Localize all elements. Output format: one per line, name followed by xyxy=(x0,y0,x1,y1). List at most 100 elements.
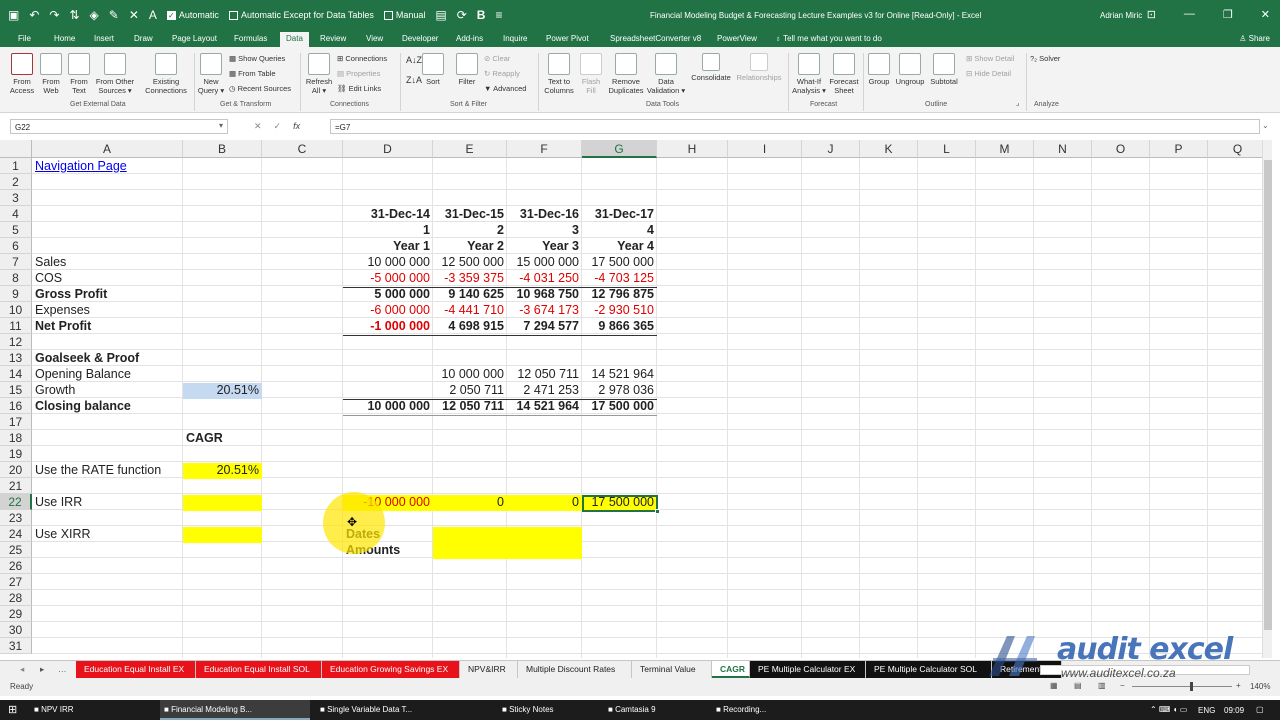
row-header-19[interactable]: 19 xyxy=(0,446,32,462)
vertical-scrollbar[interactable] xyxy=(1262,140,1272,658)
net-profit-value[interactable]: -1 000 000 xyxy=(343,318,433,334)
tab-review[interactable]: Review xyxy=(314,32,352,47)
notifications-icon[interactable]: ▢ xyxy=(1256,705,1264,714)
sheet-tab-pe-multiple-calculator-sol[interactable]: PE Multiple Calculator SOL xyxy=(866,661,992,678)
calc-auto-except-option[interactable]: Automatic Except for Data Tables xyxy=(228,10,374,20)
selected-cell-g22[interactable] xyxy=(582,495,658,512)
recent-sources-button[interactable]: ◷ Recent Sources xyxy=(229,84,291,94)
cos-value[interactable]: -3 359 375 xyxy=(433,270,507,286)
gross-profit-value[interactable]: 9 140 625 xyxy=(433,286,507,302)
relationships-button[interactable]: Relationships xyxy=(735,53,783,82)
formula-input[interactable]: =G7 xyxy=(330,119,1260,134)
font-color-icon[interactable]: A xyxy=(149,8,157,22)
format-painter-icon[interactable]: ✎ xyxy=(109,8,119,22)
irr-label[interactable]: Use IRR xyxy=(32,494,183,510)
column-header-h[interactable]: H xyxy=(657,140,728,158)
sales-value[interactable]: 10 000 000 xyxy=(343,254,433,270)
data-validation-button[interactable]: Data Validation ▾ xyxy=(646,53,686,95)
gross-profit-value[interactable]: 5 000 000 xyxy=(343,286,433,302)
tell-me-search[interactable]: ♁ Tell me what you want to do xyxy=(775,32,882,46)
name-box[interactable]: G22 xyxy=(10,119,228,134)
gross-profit-value[interactable]: 12 796 875 xyxy=(582,286,657,302)
cos-value[interactable]: -4 031 250 xyxy=(507,270,582,286)
from-access-button[interactable]: From Access xyxy=(8,53,36,95)
goalseek-label[interactable]: Goalseek & Proof xyxy=(32,350,183,366)
flash-fill-button[interactable]: Flash Fill xyxy=(578,53,604,95)
remove-duplicates-button[interactable]: Remove Duplicates xyxy=(606,53,646,95)
row-header-25[interactable]: 25 xyxy=(0,542,32,558)
gross-profit-label[interactable]: Gross Profit xyxy=(32,286,183,302)
column-header-g[interactable]: G xyxy=(582,140,657,158)
taskbar-item[interactable]: ■ Camtasia 9 xyxy=(604,700,708,720)
tab-file[interactable]: File xyxy=(12,32,37,47)
ribbon-display-icon[interactable]: ⊡ xyxy=(1147,8,1156,21)
clear-format-icon[interactable]: ✕ xyxy=(129,8,139,22)
sales-value[interactable]: 15 000 000 xyxy=(507,254,582,270)
sheet-tab-cagr[interactable]: CAGR xyxy=(712,661,750,678)
taskbar-item[interactable]: ■ Single Variable Data T... xyxy=(316,700,494,720)
column-header-c[interactable]: C xyxy=(262,140,343,158)
zoom-slider[interactable] xyxy=(1132,686,1232,687)
outline-dialog-launcher-icon[interactable]: ⌟ xyxy=(1016,99,1019,109)
sheet-tab-pe-multiple-calculator-ex[interactable]: PE Multiple Calculator EX xyxy=(750,661,866,678)
growth-rate-input[interactable]: 20.51% xyxy=(183,382,262,398)
xirr-label[interactable]: Use XIRR xyxy=(32,526,183,542)
expenses-value[interactable]: -2 930 510 xyxy=(582,302,657,318)
growth-label[interactable]: Growth xyxy=(32,382,183,398)
scroll-tabs-left-icon[interactable]: ◂ xyxy=(20,664,24,675)
column-header-i[interactable]: I xyxy=(728,140,802,158)
subtotal-button[interactable]: Subtotal xyxy=(928,53,960,86)
expenses-value[interactable]: -4 441 710 xyxy=(433,302,507,318)
sort-button[interactable]: Sort xyxy=(422,53,444,86)
column-header-o[interactable]: O xyxy=(1092,140,1150,158)
row-header-6[interactable]: 6 xyxy=(0,238,32,254)
column-header-m[interactable]: M xyxy=(976,140,1034,158)
row-header-13[interactable]: 13 xyxy=(0,350,32,366)
irr-cashflow-value[interactable]: 0 xyxy=(507,494,582,510)
hide-detail-button[interactable]: ⊟ Hide Detail xyxy=(966,69,1011,79)
sheet-tab-education-growing-savings-ex[interactable]: Education Growing Savings EX xyxy=(322,661,460,678)
sales-value[interactable]: 17 500 000 xyxy=(582,254,657,270)
bold-icon[interactable]: B xyxy=(477,8,486,22)
closing-balance-value[interactable]: 17 500 000 xyxy=(582,398,657,414)
insert-function-icon[interactable]: fx xyxy=(293,121,300,132)
growth-value[interactable]: 2 050 711 xyxy=(433,382,507,398)
row-header-26[interactable]: 26 xyxy=(0,558,32,574)
zoom-level[interactable]: 140% xyxy=(1250,682,1270,691)
year-label[interactable]: Year 3 xyxy=(507,238,582,254)
user-name[interactable]: Adrian Miric xyxy=(1100,11,1142,20)
scroll-tabs-right-icon[interactable]: ▸ xyxy=(40,664,44,675)
select-all-corner[interactable] xyxy=(0,140,32,158)
zoom-out-icon[interactable]: − xyxy=(1120,681,1125,690)
start-icon[interactable]: ⊞ xyxy=(4,700,17,720)
from-table-button[interactable]: ▦ From Table xyxy=(229,69,276,79)
column-header-l[interactable]: L xyxy=(918,140,976,158)
minimize-icon[interactable]: — xyxy=(1184,8,1195,21)
tray-clock[interactable]: 09:09 xyxy=(1224,706,1244,715)
advanced-filter-button[interactable]: ▼ Advanced xyxy=(484,84,526,94)
tray-icons[interactable]: ⌃ ⌨ ◖ ▭ xyxy=(1150,705,1187,714)
column-header-n[interactable]: N xyxy=(1034,140,1092,158)
row-header-4[interactable]: 4 xyxy=(0,206,32,222)
enter-icon[interactable]: ✓ xyxy=(274,121,282,132)
tab-add-ins[interactable]: Add-ins xyxy=(450,32,489,47)
gross-profit-value[interactable]: 10 968 750 xyxy=(507,286,582,302)
date-header[interactable]: 31-Dec-15 xyxy=(433,206,507,222)
taskbar-item[interactable]: ■ Financial Modeling B... xyxy=(160,700,310,720)
closing-balance-value[interactable]: 12 050 711 xyxy=(433,398,507,414)
period-number[interactable]: 4 xyxy=(582,222,657,238)
reapply-button[interactable]: ↻ Reapply xyxy=(484,69,520,79)
ungroup-button[interactable]: Ungroup xyxy=(894,53,926,86)
row-header-1[interactable]: 1 xyxy=(0,158,32,174)
expenses-value[interactable]: -3 674 173 xyxy=(507,302,582,318)
irr-cashflow-value[interactable]: 0 xyxy=(433,494,507,510)
row-header-21[interactable]: 21 xyxy=(0,478,32,494)
redo-icon[interactable]: ↷ xyxy=(49,8,59,22)
tab-home[interactable]: Home xyxy=(48,32,81,47)
column-header-q[interactable]: Q xyxy=(1208,140,1268,158)
cos-value[interactable]: -4 703 125 xyxy=(582,270,657,286)
tab-page-layout[interactable]: Page Layout xyxy=(166,32,223,47)
column-header-j[interactable]: J xyxy=(802,140,860,158)
row-header-15[interactable]: 15 xyxy=(0,382,32,398)
sheet-tab-multiple-discount-rates[interactable]: Multiple Discount Rates xyxy=(518,661,632,678)
